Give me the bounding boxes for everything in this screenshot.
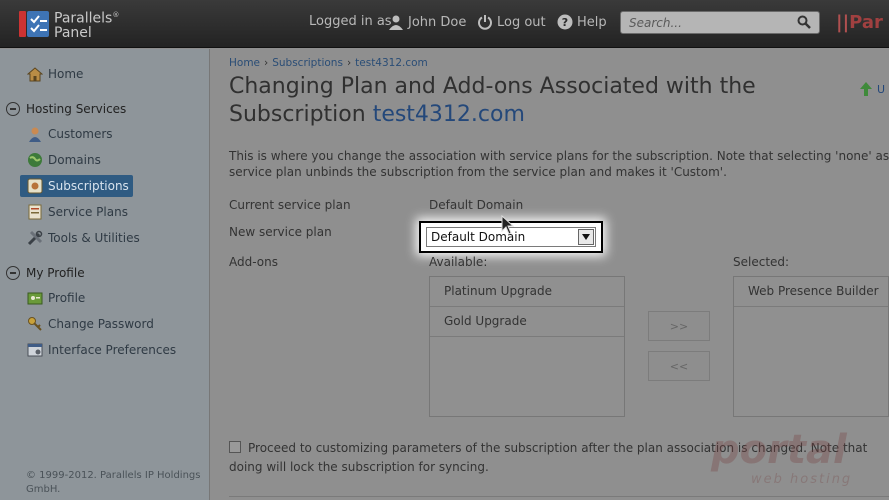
watermark-subtitle: web hosting — [751, 472, 853, 487]
logout-label: Log out — [497, 14, 546, 30]
sidebar-item-label: Interface Preferences — [48, 343, 177, 357]
sidebar-item-label: Change Password — [48, 317, 154, 331]
user-icon — [389, 15, 403, 30]
sidebar-item-home[interactable]: Home — [20, 63, 83, 85]
up-level-link[interactable]: U — [859, 81, 885, 97]
help-label: Help — [577, 14, 607, 30]
breadcrumb-domain[interactable]: test4312.com — [355, 57, 428, 69]
available-label: Available: — [429, 255, 488, 269]
logged-in-label: Logged in as — [309, 14, 392, 29]
sidebar-item-change-password[interactable]: Change Password — [20, 313, 154, 335]
key-icon — [26, 315, 44, 333]
svg-text:?: ? — [562, 16, 568, 29]
selected-label: Selected: — [733, 255, 790, 269]
available-addons-list[interactable]: Platinum Upgrade Gold Upgrade — [429, 276, 625, 417]
list-item[interactable]: Platinum Upgrade — [430, 277, 624, 307]
copyright-text: © 1999-2012. Parallels IP Holdings GmbH. — [26, 470, 201, 495]
page-title-domain[interactable]: test4312.com — [373, 102, 525, 127]
sidebar-item-label: Domains — [48, 153, 101, 167]
logout-link[interactable]: Log out — [477, 14, 546, 30]
section-my-profile[interactable]: My Profile — [6, 266, 85, 280]
section-hosting-services[interactable]: Hosting Services — [6, 102, 126, 116]
breadcrumb: Home › Subscriptions › test4312.com — [229, 57, 428, 69]
parallels-logo-icon — [18, 9, 50, 39]
profile-card-icon — [26, 289, 44, 307]
sidebar-item-label: Profile — [48, 291, 86, 305]
subscription-icon — [26, 177, 44, 195]
parallels-logo[interactable]: Parallels® Panel — [18, 8, 119, 40]
sidebar-item-label: Subscriptions — [48, 179, 129, 193]
section-label: My Profile — [26, 266, 85, 280]
user-menu[interactable]: John Doe — [388, 14, 466, 30]
collapse-icon — [6, 102, 20, 116]
new-plan-label: New service plan — [229, 225, 332, 239]
add-addon-button[interactable]: >> — [648, 311, 710, 341]
tools-icon — [26, 229, 44, 247]
sidebar-item-subscriptions[interactable]: Subscriptions — [20, 175, 133, 197]
help-icon: ? — [557, 14, 573, 30]
customer-icon — [26, 125, 44, 143]
selected-addons-list[interactable]: Web Presence Builder — [733, 276, 889, 417]
sidebar-item-label: Customers — [48, 127, 113, 141]
mouse-cursor-icon — [501, 215, 515, 235]
chevron-down-icon[interactable] — [578, 229, 594, 245]
collapse-icon — [6, 266, 20, 280]
list-item[interactable]: Gold Upgrade — [430, 307, 624, 337]
page-title: Changing Plan and Add-ons Associated wit… — [229, 74, 756, 127]
main-content: Home › Subscriptions › test4312.com Changing… — [211, 49, 889, 500]
remove-addon-button[interactable]: << — [648, 351, 710, 381]
breadcrumb-home[interactable]: Home — [229, 57, 260, 69]
sidebar-item-label: Home — [48, 67, 84, 81]
search-input[interactable] — [621, 12, 791, 33]
current-plan-value: Default Domain — [429, 198, 524, 212]
addons-label: Add-ons — [229, 255, 278, 269]
logo-line2: Panel — [54, 24, 92, 41]
sidebar-item-label: Service Plans — [48, 205, 128, 219]
globe-icon — [26, 151, 44, 169]
current-plan-label: Current service plan — [229, 198, 351, 212]
list-item[interactable]: Web Presence Builder — [734, 277, 888, 307]
power-icon — [478, 15, 492, 30]
sidebar-item-profile[interactable]: Profile — [20, 287, 85, 309]
watermark-logo: portal — [711, 427, 847, 473]
sidebar-item-interface-preferences[interactable]: Interface Preferences — [20, 339, 176, 361]
search-box[interactable] — [620, 11, 820, 34]
home-icon — [26, 65, 44, 83]
section-label: Hosting Services — [26, 102, 127, 116]
search-icon[interactable] — [797, 15, 811, 29]
preferences-icon — [26, 341, 44, 359]
divider — [229, 496, 889, 497]
help-link[interactable]: ? Help — [557, 14, 607, 30]
breadcrumb-subscriptions[interactable]: Subscriptions — [272, 57, 343, 69]
intro-text: This is where you change the association… — [229, 149, 889, 179]
parallels-brand-logo: ||Par — [836, 12, 883, 33]
sidebar: Home Hosting Services Customers Domains … — [0, 49, 210, 500]
sidebar-item-domains[interactable]: Domains — [20, 149, 101, 171]
sidebar-item-tools-utilities[interactable]: Tools & Utilities — [20, 227, 140, 249]
sidebar-item-service-plans[interactable]: Service Plans — [20, 201, 128, 223]
user-name: John Doe — [408, 14, 467, 30]
top-header: Parallels® Panel Logged in as John Doe L… — [0, 0, 889, 48]
up-arrow-icon — [860, 82, 872, 96]
sidebar-item-label: Tools & Utilities — [48, 231, 140, 245]
sidebar-item-customers[interactable]: Customers — [20, 123, 113, 145]
service-plan-icon — [26, 203, 44, 221]
